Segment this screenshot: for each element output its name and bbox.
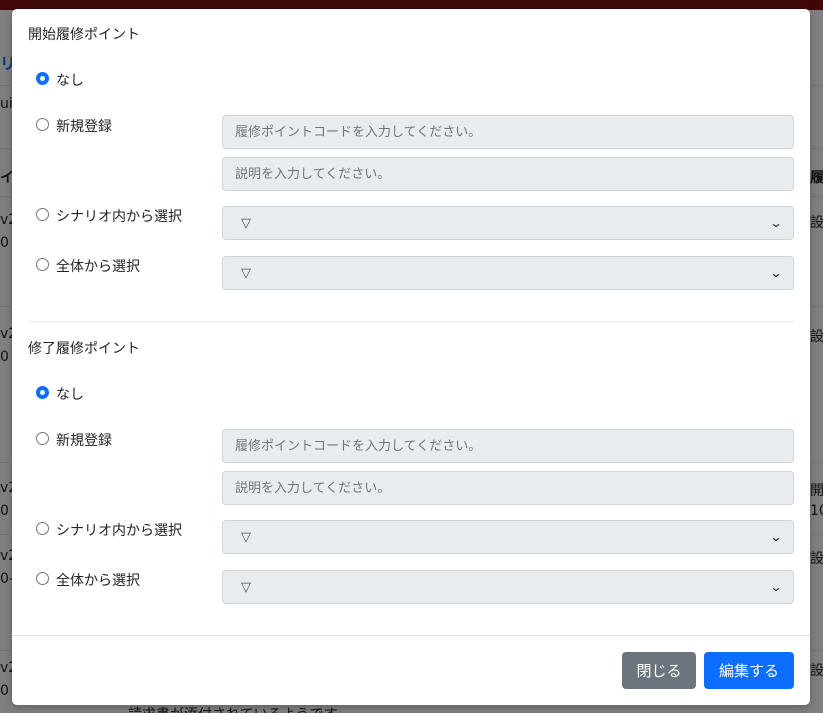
end-new-label[interactable]: 新規登録 (56, 430, 112, 450)
start-scenario-radio[interactable] (36, 208, 49, 221)
end-description-input[interactable] (222, 471, 794, 505)
start-scenario-select[interactable]: ▽ ⌄ (222, 206, 794, 240)
section-divider (28, 321, 794, 322)
end-section-title: 修了履修ポイント (28, 341, 140, 357)
start-scenario-label[interactable]: シナリオ内から選択 (56, 206, 182, 226)
end-scenario-label[interactable]: シナリオ内から選択 (56, 520, 182, 540)
edit-button[interactable]: 編集する (704, 652, 794, 689)
end-scenario-select-value: ▽ (241, 529, 251, 545)
start-none-radio[interactable] (36, 72, 49, 85)
end-none-radio[interactable] (36, 386, 49, 399)
start-scenario-select-value: ▽ (241, 215, 251, 231)
start-all-select-value: ▽ (241, 265, 251, 281)
start-all-radio[interactable] (36, 258, 49, 271)
end-new-radio[interactable] (36, 432, 49, 445)
end-scenario-radio[interactable] (36, 522, 49, 535)
chevron-down-icon: ⌄ (769, 530, 783, 544)
chevron-down-icon: ⌄ (769, 580, 783, 594)
chevron-down-icon: ⌄ (769, 266, 783, 280)
start-new-label[interactable]: 新規登録 (56, 116, 112, 136)
start-all-select[interactable]: ▽ ⌄ (222, 256, 794, 290)
end-none-label[interactable]: なし (56, 384, 84, 404)
edit-points-modal: 開始履修ポイント なし 新規登録 シナリオ内から選択 ▽ ⌄ 全体から選択 ▽ … (12, 9, 810, 705)
screen: リス ui イ- 履 v2 0 設 v2 0 設 v2 0 開 10 v2 0-… (0, 0, 823, 713)
start-new-radio[interactable] (36, 118, 49, 131)
chevron-down-icon: ⌄ (769, 216, 783, 230)
start-code-input[interactable] (222, 115, 794, 149)
end-scenario-select[interactable]: ▽ ⌄ (222, 520, 794, 554)
start-description-input[interactable] (222, 157, 794, 191)
end-all-select-value: ▽ (241, 579, 251, 595)
start-all-label[interactable]: 全体から選択 (56, 256, 140, 276)
end-code-input[interactable] (222, 429, 794, 463)
end-all-label[interactable]: 全体から選択 (56, 570, 140, 590)
start-section-title: 開始履修ポイント (28, 27, 140, 43)
modal-footer-divider (12, 635, 810, 636)
end-all-select[interactable]: ▽ ⌄ (222, 570, 794, 604)
close-button[interactable]: 閉じる (622, 652, 696, 689)
end-all-radio[interactable] (36, 572, 49, 585)
start-none-label[interactable]: なし (56, 70, 84, 90)
